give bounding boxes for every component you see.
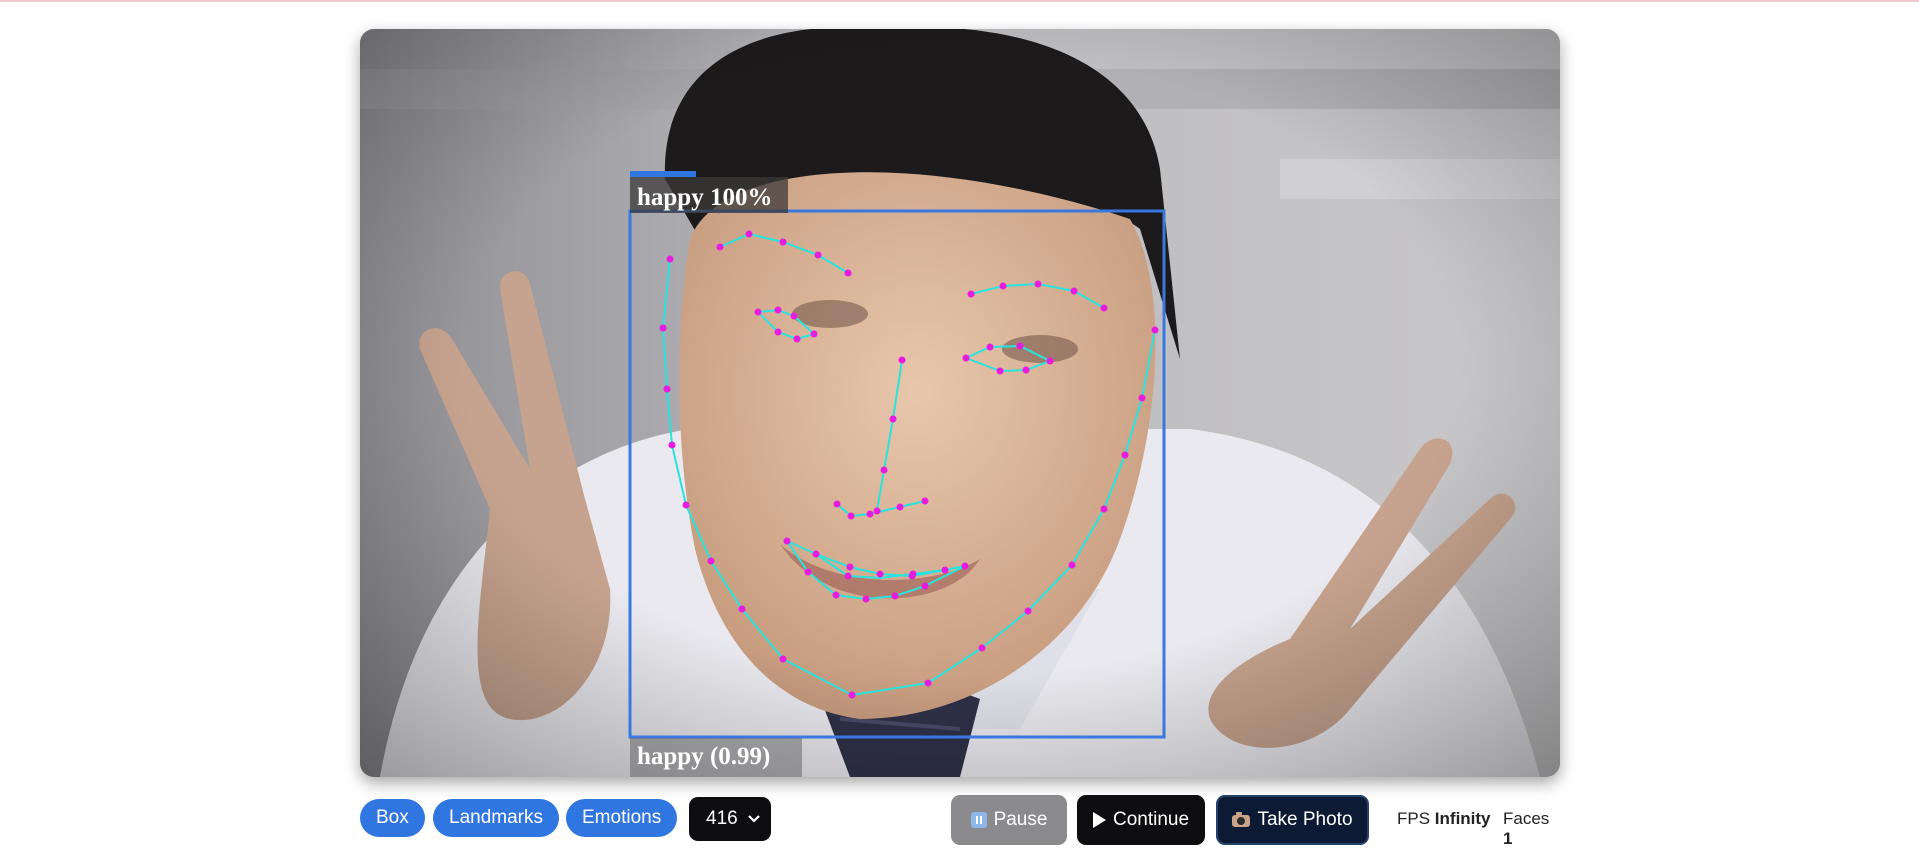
- input-size-value: 416: [706, 808, 738, 829]
- chevron-down-icon: [748, 815, 760, 823]
- continue-label: Continue: [1112, 809, 1190, 830]
- faces-label: Faces: [1503, 809, 1550, 828]
- fps-value: Infinity: [1434, 809, 1491, 828]
- landmarks-toggle-button[interactable]: Landmarks: [433, 799, 559, 837]
- play-icon: [1092, 812, 1106, 828]
- faces-stat: Faces 1: [1503, 809, 1560, 849]
- camera-frame: happy 100% happy (0.99): [360, 29, 1560, 777]
- emotion-label-top: happy 100%: [637, 184, 772, 211]
- take-photo-button[interactable]: Take Photo: [1216, 795, 1369, 845]
- pause-label: Pause: [993, 809, 1048, 830]
- control-bar: Box Landmarks Emotions 416 Pause Continu…: [360, 795, 1560, 848]
- continue-button[interactable]: Continue: [1077, 795, 1205, 845]
- pause-icon: [970, 812, 987, 828]
- take-photo-label: Take Photo: [1257, 809, 1353, 830]
- pause-button[interactable]: Pause: [951, 795, 1067, 845]
- emotions-toggle-label: Emotions: [582, 807, 662, 828]
- webcam-view: happy 100% happy (0.99): [360, 29, 1560, 777]
- top-divider: [0, 0, 1919, 2]
- landmarks-toggle-label: Landmarks: [449, 807, 543, 828]
- fps-label: FPS: [1397, 809, 1431, 828]
- emotion-label-bottom: happy (0.99): [637, 743, 770, 770]
- faces-value: 1: [1503, 829, 1513, 848]
- camera-icon: [1232, 812, 1251, 827]
- emotions-toggle-button[interactable]: Emotions: [566, 799, 678, 837]
- box-toggle-button[interactable]: Box: [360, 799, 425, 837]
- box-toggle-label: Box: [376, 807, 409, 828]
- input-size-select[interactable]: 416: [689, 797, 771, 841]
- fps-stat: FPS Infinity: [1397, 809, 1491, 829]
